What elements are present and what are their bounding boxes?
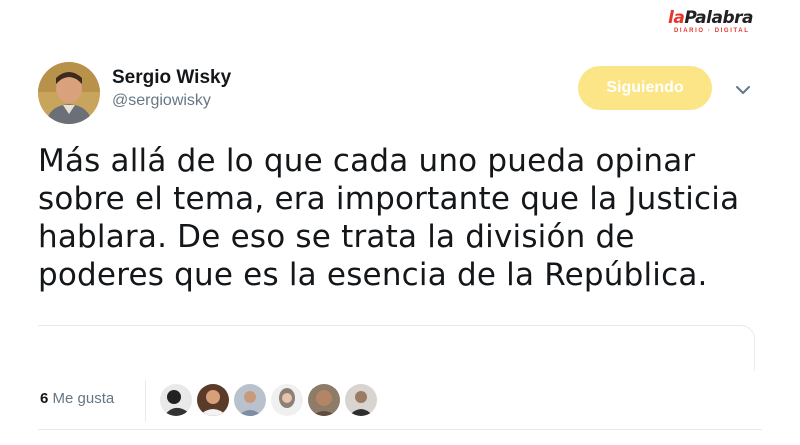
likes-label: Me gusta xyxy=(52,390,115,407)
author-handle[interactable]: @sergiowisky xyxy=(112,90,231,112)
liker-avatar[interactable] xyxy=(232,382,268,418)
logo-name: Palabra xyxy=(684,8,753,28)
logo-prefix: la xyxy=(668,8,685,28)
bottom-divider xyxy=(38,429,762,430)
liker-avatar[interactable] xyxy=(158,382,194,418)
likes-stat[interactable]: 6 Me gusta xyxy=(40,390,114,407)
avatar-photo xyxy=(38,62,100,124)
tweet-stats: 6 Me gusta xyxy=(40,374,760,426)
liker-avatar[interactable] xyxy=(306,382,342,418)
tweet-text: Más allá de lo que cada uno pueda opinar… xyxy=(38,143,740,293)
likes-count: 6 xyxy=(40,390,49,407)
author-info: Sergio Wisky @sergiowisky xyxy=(112,66,231,112)
lapalabra-logo: laPalabra DIARIO · DIGITAL xyxy=(668,9,770,39)
card-border xyxy=(38,325,755,371)
logo-tagline: DIARIO · DIGITAL xyxy=(674,28,750,34)
liker-avatar[interactable] xyxy=(269,382,305,418)
stats-divider xyxy=(145,380,146,422)
liker-avatar[interactable] xyxy=(343,382,379,418)
following-button[interactable]: Siguiendo xyxy=(578,66,712,110)
chevron-down-icon[interactable] xyxy=(733,82,753,98)
author-avatar[interactable] xyxy=(38,62,100,124)
author-name[interactable]: Sergio Wisky xyxy=(112,66,231,90)
liker-avatar[interactable] xyxy=(195,382,231,418)
